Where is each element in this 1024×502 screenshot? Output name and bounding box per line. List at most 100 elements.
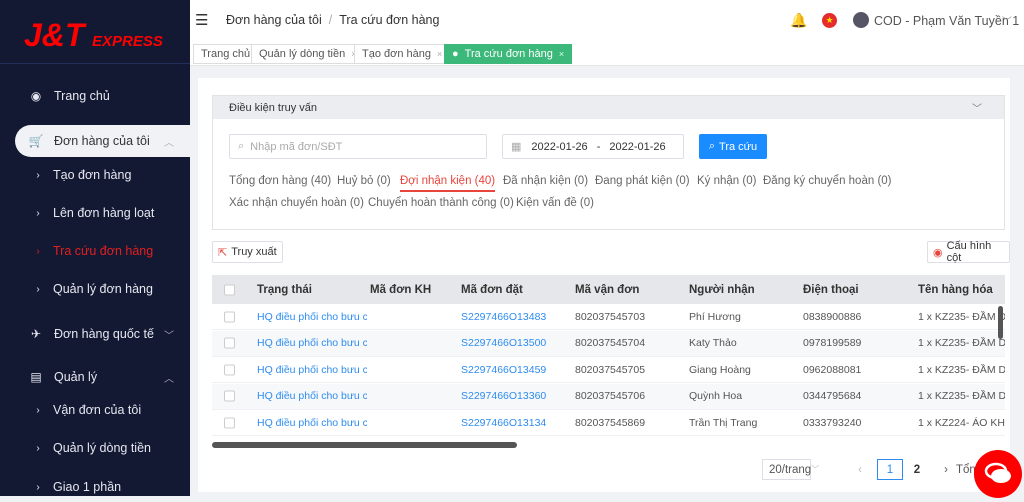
tab-cashflow[interactable]: Quản lý dòng tiền× xyxy=(251,44,365,64)
cell-2[interactable]: S2297466O13360 xyxy=(461,390,571,402)
chevron-right-icon: › xyxy=(36,283,40,295)
column-header[interactable]: Người nhận xyxy=(689,284,755,296)
page-size-select[interactable]: 20/trang ﹀ xyxy=(762,459,819,480)
search-input[interactable]: ⌕ Nhập mã đơn/SĐT xyxy=(229,134,487,159)
status-tab-total[interactable]: Tổng đơn hàng (40) xyxy=(229,175,331,187)
status-tab-return-registered[interactable]: Đăng ký chuyển hoàn (0) xyxy=(763,175,892,187)
chevron-right-icon: › xyxy=(36,169,40,181)
page-1-button[interactable]: 1 xyxy=(877,459,903,480)
label: Lên đơn hàng loạt xyxy=(53,206,155,220)
chevron-down-icon[interactable]: ﹀ xyxy=(1002,13,1012,28)
cell-2[interactable]: S2297466O13500 xyxy=(461,337,571,349)
horizontal-scrollbar[interactable] xyxy=(212,442,517,448)
breadcrumb-item[interactable]: Đơn hàng của tôi xyxy=(226,13,322,27)
page-2-button[interactable]: 2 xyxy=(907,459,927,480)
cell-0[interactable]: HQ điều phối cho bưu cục xyxy=(257,390,367,402)
table-row[interactable]: HQ điều phối cho bưu cục S2297466O13500 80… xyxy=(212,330,1005,357)
date-to: 2022-01-26 xyxy=(609,140,666,153)
content-card: Điều kiện truy vấn ﹀ ⌕ Nhập mã đơn/SĐT ▦ 20… xyxy=(198,78,1010,492)
cell-0[interactable]: HQ điều phối cho bưu cục xyxy=(257,337,367,349)
status-tab-picked-up[interactable]: Đã nhận kiện (0) xyxy=(503,175,588,187)
chevron-up-icon: ︿ xyxy=(164,137,174,149)
plane-icon: ✈ xyxy=(30,327,42,341)
chevron-right-icon: › xyxy=(36,207,40,219)
query-title: Điều kiện truy vấn xyxy=(229,101,318,114)
close-icon[interactable]: × xyxy=(437,49,442,59)
cell-5: 0838900886 xyxy=(803,310,862,323)
user-name[interactable]: COD - Phạm Văn Tuyền 1 xyxy=(874,14,1019,28)
table-row[interactable]: HQ điều phối cho bưu cục S2297466O13483 80… xyxy=(212,304,1005,330)
status-tab-delivering[interactable]: Đang phát kiện (0) xyxy=(595,175,690,187)
bell-icon[interactable]: 🔔 xyxy=(790,12,807,29)
date-separator: - xyxy=(596,140,601,153)
column-header[interactable]: Tên hàng hóa xyxy=(918,284,993,296)
search-button[interactable]: ⌕ Tra cứu xyxy=(699,134,767,159)
column-header[interactable]: Mã đơn KH xyxy=(370,284,431,296)
cell-3: 802037545704 xyxy=(575,337,646,349)
vertical-scrollbar[interactable] xyxy=(998,306,1003,339)
cell-0[interactable]: HQ điều phối cho bưu cục xyxy=(257,417,367,429)
sidebar-item-partial-delivery[interactable]: › Giao 1 phần xyxy=(0,472,190,502)
status-tab-return-confirmed[interactable]: Xác nhận chuyển hoàn (0) xyxy=(229,197,364,209)
cell-2[interactable]: S2297466O13134 xyxy=(461,417,571,429)
search-button-label: Tra cứu xyxy=(719,140,758,153)
row-checkbox[interactable] xyxy=(224,390,235,402)
sidebar-item-manage[interactable]: ▤ Quản lý ︿ xyxy=(0,362,190,392)
cell-0[interactable]: HQ điều phối cho bưu cục xyxy=(257,311,367,323)
chat-button[interactable] xyxy=(974,450,1022,498)
prev-page-button[interactable]: ‹ xyxy=(852,459,868,480)
next-page-button[interactable]: › xyxy=(938,459,954,480)
cell-3: 802037545703 xyxy=(575,310,646,323)
column-header[interactable]: Mã đơn đặt xyxy=(461,284,523,296)
cell-2[interactable]: S2297466O13459 xyxy=(461,364,571,376)
status-tab-awaiting-pickup[interactable]: Đợi nhận kiện (40) xyxy=(400,175,496,192)
vietnam-flag-icon[interactable]: ★ xyxy=(822,13,837,28)
cart-icon: 🛒 xyxy=(28,134,44,148)
sidebar-item-cashflow[interactable]: › Quản lý dòng tiền xyxy=(0,433,190,463)
column-header[interactable]: Điện thoại xyxy=(803,284,859,296)
sidebar-item-my-orders[interactable]: 🛒 Đơn hàng của tôi ︿ xyxy=(15,125,190,157)
sidebar: J&T EXPRESS ◉ Trang chủ 🛒 Đơn hàng của tôi… xyxy=(0,0,190,496)
table-row[interactable]: HQ điều phối cho bưu cục S2297466O13459 80… xyxy=(212,357,1005,383)
calendar-icon: ▦ xyxy=(511,141,522,153)
row-checkbox[interactable] xyxy=(224,337,235,349)
sidebar-item-create-order[interactable]: › Tạo đơn hàng xyxy=(0,160,190,190)
sidebar-item-manage-orders[interactable]: › Quản lý đơn hàng xyxy=(0,274,190,304)
chat-bubble-icon xyxy=(984,462,1011,483)
table-header: Trạng thái Mã đơn KH Mã đơn đặt Mã vận đ… xyxy=(212,275,1005,304)
chevron-up-icon: ︿ xyxy=(164,373,174,385)
column-header[interactable]: Trạng thái xyxy=(257,284,312,296)
sidebar-item-lookup-order[interactable]: › Tra cứu đơn hàng xyxy=(0,236,190,266)
table-row[interactable]: HQ điều phối cho bưu cục S2297466O13134 80… xyxy=(212,410,1005,436)
column-header[interactable]: Mã vận đơn xyxy=(575,284,639,296)
query-panel: Điều kiện truy vấn ﹀ ⌕ Nhập mã đơn/SĐT ▦ 20… xyxy=(212,95,1005,230)
status-tab-return-completed[interactable]: Chuyển hoàn thành công (0) xyxy=(368,197,514,209)
row-checkbox[interactable] xyxy=(224,364,235,375)
tab-create-order[interactable]: Tạo đơn hàng × xyxy=(354,44,451,64)
cell-5: 0344795684 xyxy=(803,390,862,402)
sidebar-item-international[interactable]: ✈ Đơn hàng quốc tế ﹀ xyxy=(0,319,190,349)
status-tab-cancelled[interactable]: Huỷ bỏ (0) xyxy=(337,175,391,187)
avatar[interactable] xyxy=(853,12,869,28)
sidebar-item-bulk-order[interactable]: › Lên đơn hàng loạt xyxy=(0,198,190,228)
chevron-down-icon[interactable]: ﹀ xyxy=(972,100,982,115)
tab-lookup-order[interactable]: ● Tra cứu đơn hàng × xyxy=(444,44,573,64)
row-checkbox[interactable] xyxy=(224,311,235,322)
date-range-picker[interactable]: ▦ 2022-01-26-2022-01-26 xyxy=(502,134,684,159)
query-panel-header[interactable]: Điều kiện truy vấn ﹀ xyxy=(213,96,1004,119)
column-config-button[interactable]: ◉ Cấu hình cột xyxy=(927,240,1010,264)
row-checkbox[interactable] xyxy=(224,417,235,428)
status-tab-signed[interactable]: Ký nhận (0) xyxy=(697,175,756,187)
close-icon[interactable]: × xyxy=(559,49,564,59)
export-button[interactable]: ⇱ Truy xuất xyxy=(212,241,283,263)
table-row[interactable]: HQ điều phối cho bưu cục S2297466O13360 80… xyxy=(212,383,1005,410)
status-tab-problem[interactable]: Kiện vấn đề (0) xyxy=(516,197,594,209)
sidebar-item-my-waybills[interactable]: › Vận đơn của tôi xyxy=(0,395,190,425)
cell-2[interactable]: S2297466O13483 xyxy=(461,311,571,323)
menu-toggle-icon[interactable]: ☰ xyxy=(195,11,208,29)
tab-home[interactable]: Trang chủ xyxy=(193,44,259,64)
cell-0[interactable]: HQ điều phối cho bưu cục xyxy=(257,364,367,376)
chevron-down-icon: ﹀ xyxy=(811,465,820,474)
sidebar-item-home[interactable]: ◉ Trang chủ xyxy=(0,81,190,111)
select-all-checkbox[interactable] xyxy=(224,284,235,295)
